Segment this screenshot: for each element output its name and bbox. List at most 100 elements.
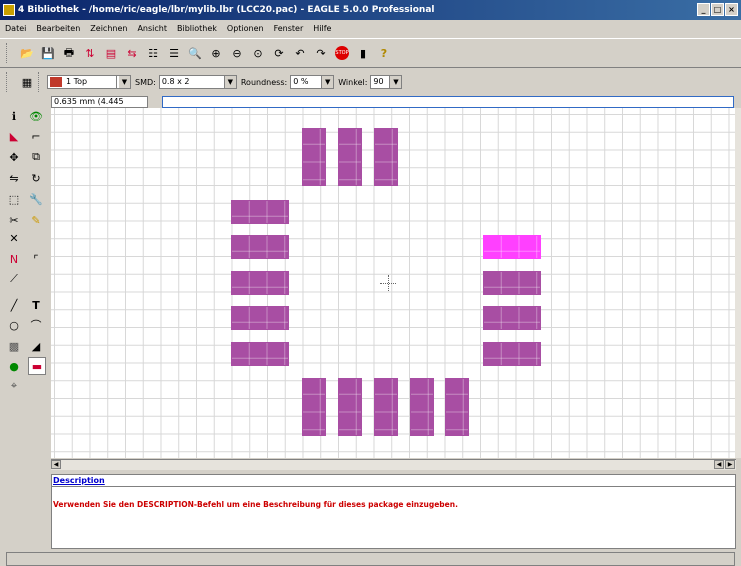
coordinate-bar: 0.635 mm (4.445 1.270)	[0, 95, 741, 116]
change-icon[interactable]: 🔧	[28, 191, 44, 207]
tool-palette: ℹ 👁 ◣ ⌐ ✥ ⧉ ⇋ ↻ ⬚ 🔧 ✂ ✎ ✕ N ⌜ ⟋ ╱ T ○ ⌒ …	[6, 108, 50, 528]
smd-pad[interactable]	[231, 342, 289, 366]
scroll-right-button[interactable]: ▶	[725, 460, 735, 469]
roundness-select[interactable]: 0 % ▼	[290, 75, 335, 89]
show-icon[interactable]: 👁	[28, 108, 44, 124]
smd-pad[interactable]	[445, 378, 469, 436]
menu-bibliothek[interactable]: Bibliothek	[172, 24, 222, 33]
minimize-button[interactable]: _	[697, 3, 710, 16]
paste-icon[interactable]: ✎	[28, 212, 44, 228]
winkel-select[interactable]: 90 ▼	[370, 75, 403, 89]
undo-icon[interactable]: ↶	[291, 44, 309, 62]
zoom-fit-icon[interactable]: 🔍	[186, 44, 204, 62]
toolbar-separator	[38, 72, 43, 92]
script-icon[interactable]: ☷	[144, 44, 162, 62]
smd-pad[interactable]	[302, 128, 326, 186]
zoom-select-icon[interactable]: ⊙	[249, 44, 267, 62]
description-link[interactable]: Description	[53, 476, 105, 485]
smd-pad[interactable]	[483, 342, 541, 366]
scroll-left-button[interactable]: ◀	[51, 460, 61, 469]
smd-pad[interactable]	[338, 128, 362, 186]
cut-icon[interactable]: ✂	[6, 212, 22, 228]
layer-select[interactable]: 1 Top	[47, 75, 119, 89]
menu-hilfe[interactable]: Hilfe	[308, 24, 336, 33]
zoom-out-icon[interactable]: ⊖	[228, 44, 246, 62]
mark-icon[interactable]: ⌐	[28, 128, 44, 144]
ulp-icon[interactable]: ⇆	[123, 44, 141, 62]
go-icon[interactable]: ▮	[354, 44, 372, 62]
menu-zeichnen[interactable]: Zeichnen	[85, 24, 132, 33]
toolbar-grip[interactable]	[6, 43, 11, 63]
rotate-icon[interactable]: ↻	[28, 170, 44, 186]
drawing-canvas[interactable]	[51, 108, 736, 458]
menu-bearbeiten[interactable]: Bearbeiten	[31, 24, 85, 33]
smd-pad[interactable]	[302, 378, 326, 436]
zoom-in-icon[interactable]: ⊕	[207, 44, 225, 62]
display-layers-icon[interactable]: ◣	[6, 128, 22, 144]
wire-icon[interactable]: ╱	[6, 297, 22, 313]
print-icon[interactable]: 🖶	[60, 44, 78, 62]
app-icon	[3, 4, 15, 16]
smd-pad[interactable]	[374, 378, 398, 436]
board-icon[interactable]: ▤	[102, 44, 120, 62]
name-icon[interactable]: N	[6, 251, 22, 267]
status-bar	[6, 552, 735, 566]
scroll-left-button-2[interactable]: ◀	[714, 460, 724, 469]
smd-pad[interactable]	[483, 306, 541, 330]
smd-select[interactable]: 0.8 x 2 ▼	[158, 75, 237, 89]
run-icon[interactable]: ☰	[165, 44, 183, 62]
cam-icon[interactable]: ⇅	[81, 44, 99, 62]
pad-icon[interactable]: ●	[6, 358, 22, 374]
text-icon[interactable]: T	[28, 297, 44, 313]
smd-pad[interactable]	[231, 271, 289, 295]
rect-icon[interactable]: ▩	[6, 338, 22, 354]
arc-icon[interactable]: ⌒	[28, 317, 44, 333]
menu-datei[interactable]: Datei	[0, 24, 31, 33]
description-divider	[52, 486, 735, 487]
circle-icon[interactable]: ○	[6, 317, 22, 333]
smd-pad[interactable]	[231, 200, 289, 224]
smd-pad[interactable]	[374, 128, 398, 186]
title-bar: 4 Bibliothek - /home/ric/eagle/lbr/mylib…	[0, 0, 741, 20]
smd-pad-selected[interactable]	[483, 235, 541, 259]
smd-dropdown-button[interactable]: ▼	[223, 76, 236, 88]
redraw-icon[interactable]: ⟳	[270, 44, 288, 62]
info-icon[interactable]: ℹ	[6, 108, 22, 124]
maximize-button[interactable]: □	[711, 3, 724, 16]
roundness-label: Roundness:	[240, 77, 288, 87]
copy-icon[interactable]: ⧉	[28, 149, 44, 165]
hole-icon[interactable]: ⌖	[6, 378, 22, 394]
help-icon[interactable]: ?	[375, 44, 393, 62]
horizontal-scrollbar[interactable]: ◀ ◀ ▶	[51, 459, 736, 470]
mirror-icon[interactable]: ⇋	[6, 170, 22, 186]
save-icon[interactable]: 💾	[39, 44, 57, 62]
winkel-dropdown-button[interactable]: ▼	[389, 76, 402, 88]
redo-icon[interactable]: ↷	[312, 44, 330, 62]
smd-pad[interactable]	[338, 378, 362, 436]
smd-pad[interactable]	[410, 378, 434, 436]
roundness-dropdown-button[interactable]: ▼	[321, 76, 334, 88]
miter-icon[interactable]: ⌜	[28, 251, 44, 267]
vertical-scrollbar[interactable]	[735, 108, 741, 458]
stop-icon[interactable]: STOP	[333, 44, 351, 62]
smd-value: 0.8 x 2	[161, 77, 190, 86]
grid-icon[interactable]: ▦	[18, 73, 36, 91]
smd-pad[interactable]	[483, 271, 541, 295]
close-button[interactable]: ×	[725, 3, 738, 16]
move-icon[interactable]: ✥	[6, 149, 22, 165]
toolbar-grip[interactable]	[6, 72, 11, 92]
group-icon[interactable]: ⬚	[6, 191, 22, 207]
smd-pad[interactable]	[231, 306, 289, 330]
menu-bar: Datei Bearbeiten Zeichnen Ansicht Biblio…	[0, 20, 741, 36]
menu-optionen[interactable]: Optionen	[222, 24, 269, 33]
split-icon[interactable]: ⟋	[6, 271, 22, 287]
menu-fenster[interactable]: Fenster	[269, 24, 309, 33]
smd-pad[interactable]	[231, 235, 289, 259]
layer-dropdown-button[interactable]: ▼	[116, 75, 131, 89]
menu-ansicht[interactable]: Ansicht	[132, 24, 172, 33]
delete-icon[interactable]: ✕	[6, 230, 22, 246]
open-icon[interactable]: 📂	[18, 44, 36, 62]
polygon-icon[interactable]: ◢	[28, 338, 44, 354]
command-input[interactable]	[162, 96, 734, 108]
smd-tool-icon[interactable]: ▬	[28, 357, 46, 375]
